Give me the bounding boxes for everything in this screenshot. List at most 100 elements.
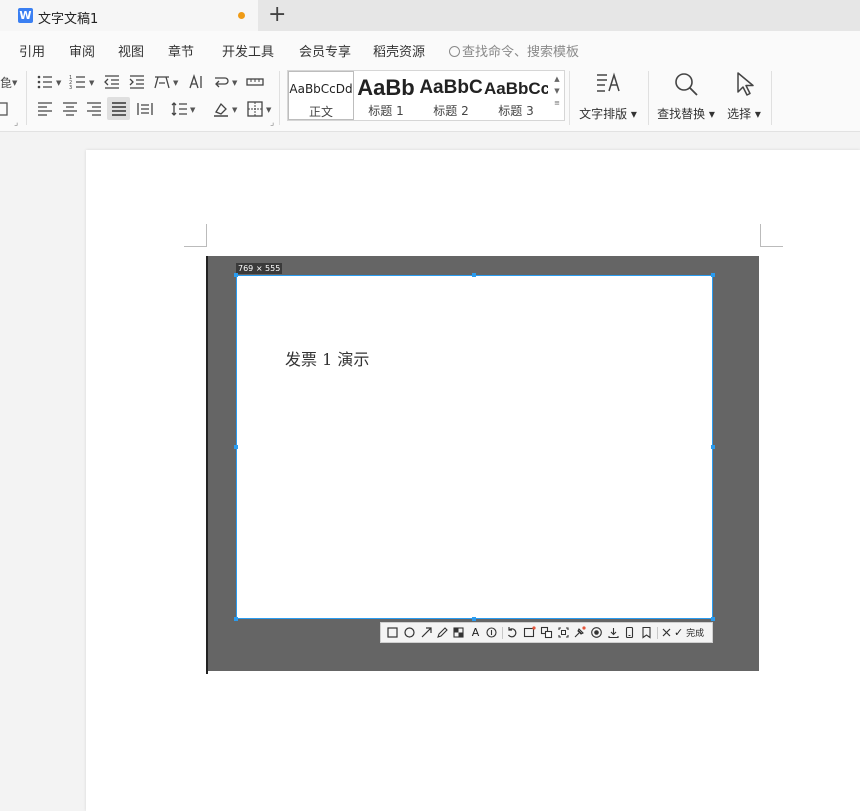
writer-app-icon: W [18,8,33,23]
line-spacing-caret-icon[interactable]: ▼ [190,106,195,114]
borders-caret-icon[interactable]: ▼ [266,106,271,114]
bullet-list-caret-icon[interactable]: ▼ [56,79,61,87]
scroll-up-icon[interactable]: ▲ [552,73,562,85]
shading-caret-icon[interactable]: ▼ [232,106,237,114]
font-partial-glyph-icon[interactable]: 㲋 [0,74,12,91]
line-break-icon[interactable] [212,73,230,91]
menu-view[interactable]: 视图 [118,41,144,60]
line-spacing-icon[interactable] [170,100,188,118]
menu-references[interactable]: 引用 [19,41,45,60]
numbered-list-icon[interactable]: 123 [69,73,87,91]
style-label: 标题 1 [368,104,404,118]
divider [771,71,772,125]
resize-handle[interactable] [234,273,238,277]
ellipse-icon[interactable] [403,626,416,639]
rectangle-icon[interactable] [386,626,399,639]
text-tool-icon[interactable]: A [469,626,482,639]
menu-section[interactable]: 章节 [168,41,194,60]
search-icon [449,46,460,57]
close-icon[interactable] [660,626,673,639]
find-replace-label: 查找替换 [657,107,706,121]
chinese-layout-caret-icon[interactable]: ▼ [173,79,178,87]
arrow-icon[interactable] [420,626,433,639]
scroll-down-icon[interactable]: ▼ [552,85,562,97]
phone-send-icon[interactable] [623,626,636,639]
ruler-icon[interactable] [246,73,264,91]
numbered-list-caret-icon[interactable]: ▼ [89,79,94,87]
unsaved-dot-icon [238,12,245,19]
record-icon[interactable] [590,626,603,639]
divider [648,71,649,125]
text-direction-icon[interactable] [186,73,204,91]
number-marker-icon[interactable] [485,626,498,639]
line-break-caret-icon[interactable]: ▼ [232,79,237,87]
styles-scroll[interactable]: ▲ ▼ ≡ [552,73,562,109]
clear-format-icon[interactable] [0,100,12,118]
style-normal[interactable]: AaBbCcDd 正文 [288,71,354,120]
pen-icon[interactable] [436,626,449,639]
menu-review[interactable]: 审阅 [69,41,95,60]
document-tab[interactable]: W 文字文稿1 [0,0,258,31]
text-layout-button[interactable]: 文字排版 ▾ [578,70,638,122]
menu-docer-resources[interactable]: 稻壳资源 [373,41,425,60]
menu-member[interactable]: 会员专享 [299,41,351,60]
style-sample: AaBbCc [484,79,548,98]
command-search-placeholder: 查找命令、搜索模板 [462,45,580,60]
style-sample: AaBb [357,75,415,100]
captured-text: 发票 1 演示 [285,350,370,369]
resize-handle[interactable] [234,617,238,621]
translate-icon[interactable] [540,626,553,639]
selection-dimensions: 769 × 555 [236,263,283,274]
image-recognize-icon[interactable] [523,626,536,639]
resize-handle[interactable] [711,617,715,621]
select-label: 选择 [727,107,752,121]
download-icon[interactable] [607,626,620,639]
command-search[interactable]: 查找命令、搜索模板 [449,41,579,60]
chinese-layout-icon[interactable] [153,73,171,91]
style-label: 标题 2 [433,104,469,118]
font-dropdown-caret-icon[interactable]: ▼ [12,79,17,87]
undo-icon[interactable] [506,626,519,639]
new-tab-plus-icon[interactable]: + [268,3,286,27]
capture-selection[interactable] [236,275,713,619]
menu-developer-tools[interactable]: 开发工具 [222,41,274,60]
decrease-indent-icon[interactable] [103,73,121,91]
resize-handle[interactable] [472,273,476,277]
align-left-icon[interactable] [36,100,54,118]
font-group-launcher-icon[interactable]: ⌟ [14,118,18,128]
style-heading-2[interactable]: AaBbC 标题 2 [419,71,483,120]
distributed-align-icon[interactable] [136,100,154,118]
paragraph-group-launcher-icon[interactable]: ⌟ [270,118,274,128]
text-layout-label: 文字排版 [579,107,628,121]
text-layout-icon [594,70,622,98]
divider [657,627,658,639]
resize-handle[interactable] [711,273,715,277]
align-right-icon[interactable] [85,100,103,118]
divider [26,71,27,125]
mosaic-icon[interactable] [452,626,465,639]
select-button[interactable]: 选择 ▾ [722,70,766,122]
done-label: 完成 [686,629,705,639]
scroll-capture-icon[interactable] [557,626,570,639]
find-replace-button[interactable]: 查找替换 ▾ [656,70,716,122]
tab-bar: W 文字文稿1 + [0,0,860,31]
done-button[interactable]: ✓ 完成 [674,626,704,639]
expand-gallery-icon[interactable]: ≡ [552,97,562,109]
style-heading-1[interactable]: AaBb 标题 1 [354,71,418,120]
magnifier-icon [672,70,700,98]
justify-icon[interactable] [110,100,128,118]
resize-handle[interactable] [472,617,476,621]
tab-title: 文字文稿1 [38,12,99,27]
align-center-icon[interactable] [61,100,79,118]
increase-indent-icon[interactable] [128,73,146,91]
menu-bar: 引用 审阅 视图 章节 开发工具 会员专享 稻壳资源 查找命令、搜索模板 [0,31,860,65]
bookmark-icon[interactable] [640,626,653,639]
bullet-list-icon[interactable] [36,73,54,91]
style-heading-3[interactable]: AaBbCc 标题 3 [484,71,548,120]
resize-handle[interactable] [234,445,238,449]
shading-icon[interactable] [212,100,230,118]
resize-handle[interactable] [711,445,715,449]
divider [569,71,570,125]
borders-icon[interactable] [246,100,264,118]
pin-icon[interactable] [573,626,586,639]
